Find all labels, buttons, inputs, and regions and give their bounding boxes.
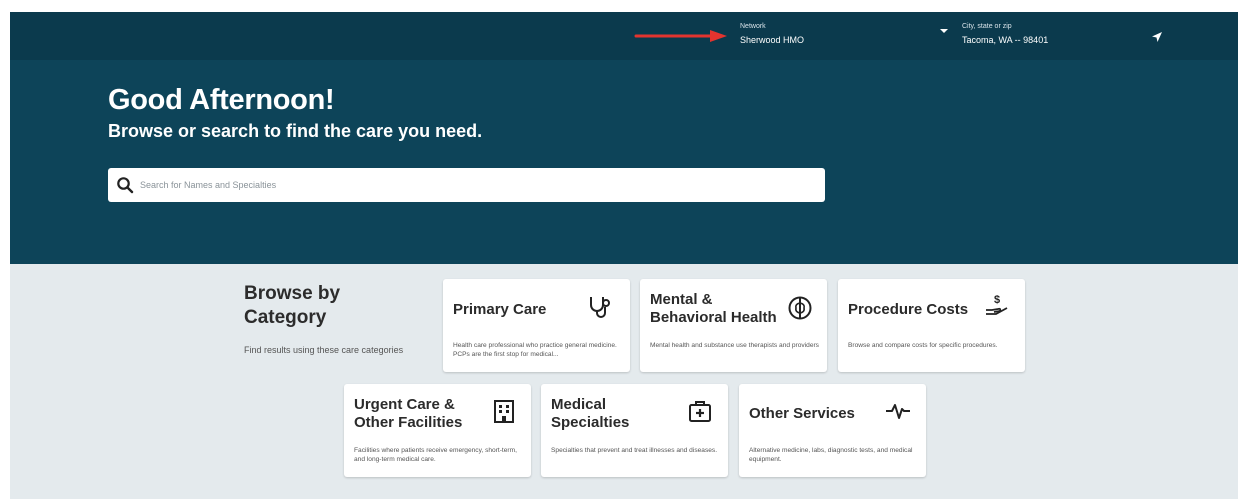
network-value: Sherwood HMO (740, 35, 805, 45)
stethoscope-icon (590, 297, 610, 318)
category-card-other-services[interactable]: Other Services Alternative medicine, lab… (739, 384, 926, 477)
card-description: Facilities where patients receive emerge… (354, 447, 517, 463)
card-title: Urgent Care & Other Facilities (354, 396, 463, 431)
annotation-arrow-icon (634, 30, 727, 42)
search-bar[interactable] (108, 168, 825, 202)
page-title: Good Afternoon! (108, 84, 335, 116)
card-description: Specialties that prevent and treat illne… (551, 447, 718, 454)
location-input[interactable]: City, state or zip Tacoma, WA -- 98401 (962, 22, 1168, 52)
category-card-procedure-costs[interactable]: Procedure Costs $ Browse and compare cos… (838, 279, 1025, 372)
browse-heading: Browse by Category (244, 283, 341, 328)
network-selector[interactable]: Network Sherwood HMO (740, 22, 950, 52)
pulse-icon (886, 404, 910, 419)
browse-subheading: Find results using these care categories (244, 345, 404, 355)
location-value: Tacoma, WA -- 98401 (962, 35, 1049, 45)
card-title: Primary Care (453, 301, 547, 318)
card-title: Procedure Costs (848, 301, 969, 318)
card-description: Mental health and substance use therapis… (650, 342, 819, 349)
card-description: Health care professional who practice ge… (453, 342, 617, 358)
category-card-medical-specialties[interactable]: Medical Specialties Specialties that pre… (541, 384, 728, 477)
category-card-primary-care[interactable]: Primary Care Health care professional wh… (443, 279, 630, 372)
card-description: Browse and compare costs for specific pr… (848, 342, 998, 349)
brain-icon (788, 296, 812, 320)
navigation-arrow-icon[interactable] (1151, 31, 1163, 43)
dollar-hand-icon: $ (986, 294, 1008, 315)
category-card-urgent-care[interactable]: Urgent Care & Other Facilities Facilitie… (344, 384, 531, 477)
search-icon (117, 177, 134, 194)
network-label: Network (740, 23, 766, 30)
card-title: Mental & Behavioral Health (650, 291, 777, 326)
page-subtitle: Browse or search to find the care you ne… (108, 121, 483, 141)
card-title: Other Services (749, 405, 855, 422)
medical-kit-icon (689, 401, 711, 422)
location-label: City, state or zip (962, 23, 1012, 30)
category-card-mental-health[interactable]: Mental & Behavioral Health Mental health… (640, 279, 827, 372)
chevron-down-icon[interactable] (940, 29, 948, 33)
card-description: Alternative medicine, labs, diagnostic t… (749, 447, 913, 463)
building-icon (494, 400, 514, 423)
search-input[interactable] (140, 175, 810, 195)
svg-text:$: $ (994, 294, 1000, 306)
card-title: Medical Specialties (551, 396, 630, 431)
